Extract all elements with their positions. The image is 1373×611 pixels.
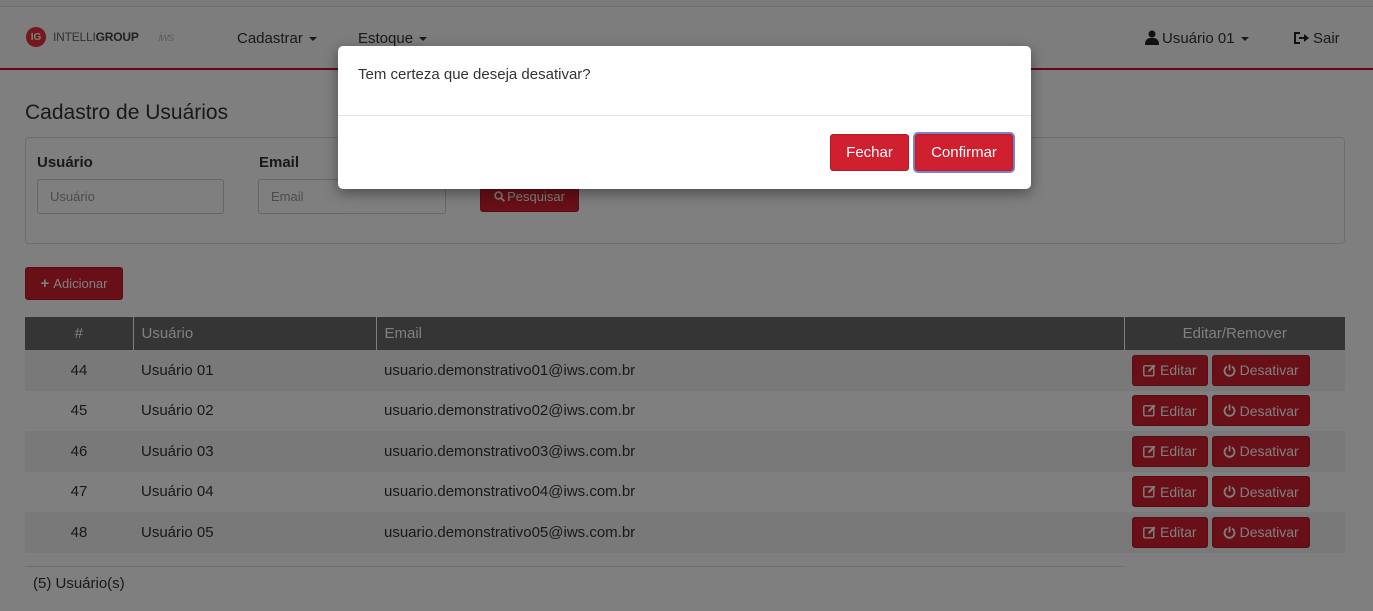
dialog-message: Tem certeza que deseja desativar? [358, 66, 591, 83]
confirm-dialog: Tem certeza que deseja desativar? Fechar… [338, 46, 1031, 189]
confirm-button[interactable]: Confirmar [915, 134, 1013, 171]
close-button[interactable]: Fechar [830, 134, 909, 171]
dialog-divider [338, 115, 1031, 116]
